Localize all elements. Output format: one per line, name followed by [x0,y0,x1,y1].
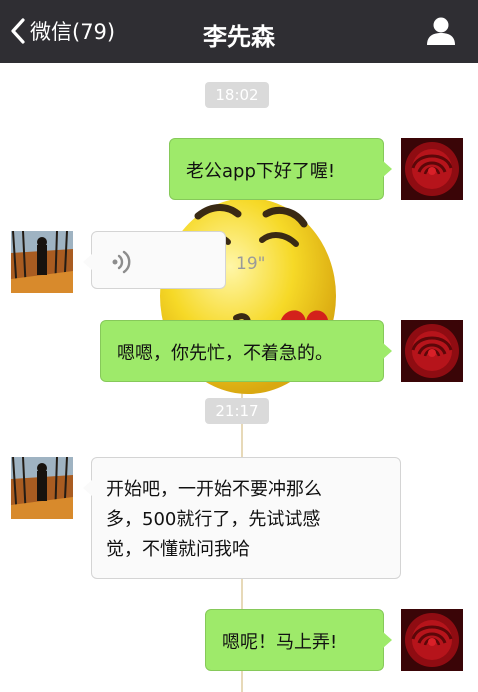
voice-duration: 19" [236,254,266,274]
message-bubble-incoming[interactable]: 开始吧，一开始不要冲那么 多，500就行了，先试试感 觉，不懂就问我哈 [83,457,401,579]
contact-avatar[interactable] [11,231,73,293]
message-text: 嗯嗯，你先忙，不着急的。 [117,343,333,364]
voice-message-bubble[interactable] [83,231,226,289]
my-avatar[interactable] [401,320,463,382]
bubble-tail [383,343,392,359]
message-bubble-outgoing-2[interactable]: 嗯嗯，你先忙，不着急的。 [100,320,392,382]
chat-title: 李先森 [203,23,275,51]
message-text-line-3: 觉，不懂就问我哈 [106,539,250,560]
message-text: 嗯呢！马上弄! [222,632,338,653]
contact-avatar[interactable] [11,457,73,519]
message-text-line-1: 开始吧，一开始不要冲那么 [106,479,322,500]
bubble-tail [383,632,392,648]
message-text: 老公app下好了喔! [186,161,336,182]
voice-wave-icon [112,250,131,274]
timestamp-2: 21:17 [205,398,269,424]
person-icon [427,17,455,45]
chat-area[interactable]: 18:02 老公app下好了喔! 19" 嗯嗯，你先忙，不着急的。 21:17 … [0,63,478,692]
message-text-line-2: 多，500就行了，先试试感 [106,509,321,530]
message-bubble-outgoing-1[interactable]: 老公app下好了喔! [169,138,392,200]
profile-button[interactable] [426,16,456,50]
bubble-tail [383,161,392,177]
chat-header: 微信(79) 李先森 [0,0,478,63]
bubble-tail [83,480,92,496]
my-avatar[interactable] [401,609,463,671]
message-bubble-outgoing-3[interactable]: 嗯呢！马上弄! [205,609,392,671]
timestamp-1: 18:02 [205,82,269,108]
bubble-tail [83,254,92,270]
my-avatar[interactable] [401,138,463,200]
